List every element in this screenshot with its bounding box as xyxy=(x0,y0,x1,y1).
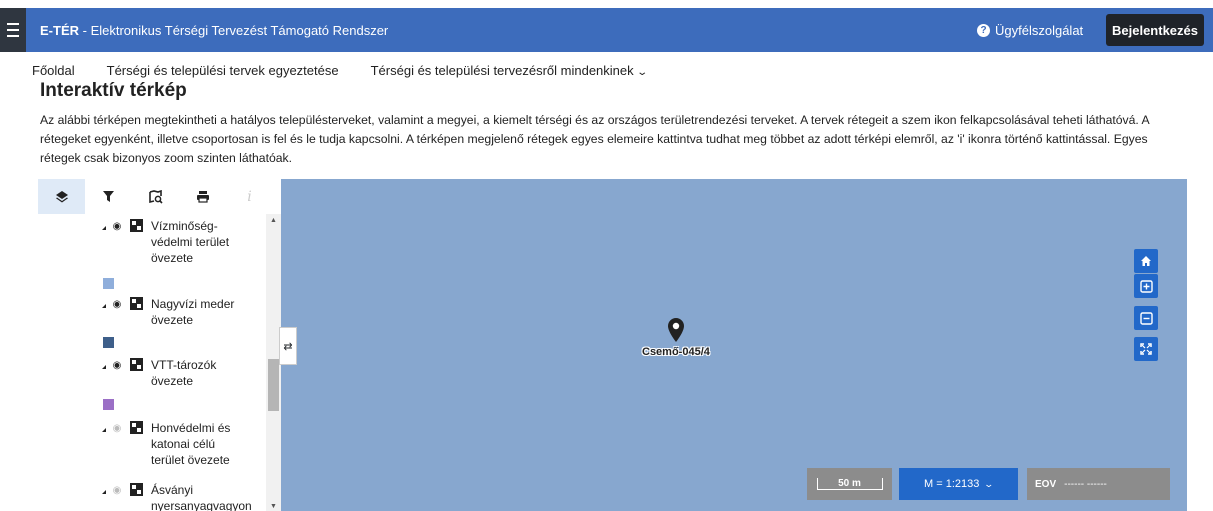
tab-print[interactable] xyxy=(179,179,226,214)
expand-caret-icon[interactable] xyxy=(102,428,108,434)
layer-item: ◉ Vízminőség-védelmi terület övezete xyxy=(102,218,239,266)
scroll-down-icon[interactable]: ▼ xyxy=(270,503,277,510)
eye-icon[interactable]: ◉ xyxy=(110,297,124,313)
chevron-down-icon: ⌄ xyxy=(635,66,648,78)
layer-checkbox[interactable] xyxy=(130,297,143,310)
layer-item: ◉ Nagyvízi meder övezete xyxy=(102,296,239,328)
layer-name: Nagyvízi meder övezete xyxy=(151,297,235,327)
app-subtitle: Elektronikus Térségi Tervezést Támogató … xyxy=(90,22,389,38)
login-button[interactable]: Bejelentkezés xyxy=(1106,14,1204,46)
tab-filter[interactable] xyxy=(85,179,132,214)
eye-icon[interactable]: ◉ xyxy=(110,219,124,235)
zoom-in-button[interactable] xyxy=(1134,274,1158,298)
layer-name: Vízminőség-védelmi terület övezete xyxy=(151,219,230,265)
eye-off-icon[interactable]: ◉ xyxy=(110,483,124,499)
menu-icon[interactable] xyxy=(0,8,26,52)
app-title[interactable]: E-TÉR - Elektronikus Térségi Tervezést T… xyxy=(40,23,388,38)
scale-label: 50 m xyxy=(816,478,883,490)
scroll-up-icon[interactable]: ▲ xyxy=(270,217,277,224)
print-icon xyxy=(196,191,209,203)
panel-toggle-button[interactable]: ⇄ xyxy=(279,327,297,365)
legend-swatch xyxy=(103,278,114,289)
scrollbar-thumb[interactable] xyxy=(268,359,279,411)
map-scale-select[interactable]: M = 1:2133 ⌄ xyxy=(899,468,1018,500)
layer-checkbox[interactable] xyxy=(130,483,143,496)
layer-checkbox[interactable] xyxy=(130,421,143,434)
layer-item: ◉ Honvédelmi és katonai célú terület öve… xyxy=(102,420,239,468)
chevron-down-icon: ⌄ xyxy=(983,478,995,489)
layer-name: Honvédelmi és katonai célú terület öveze… xyxy=(151,421,231,467)
help-label: Ügyfélszolgálat xyxy=(995,22,1084,38)
coordinate-readout: EOV ------ ------ xyxy=(1027,468,1170,500)
question-circle-icon: ? xyxy=(977,23,990,37)
home-icon xyxy=(1141,256,1151,266)
info-icon: i xyxy=(247,188,252,205)
map-search-icon xyxy=(148,189,163,204)
eye-icon[interactable]: ◉ xyxy=(110,358,124,374)
zoom-out-button[interactable] xyxy=(1134,306,1158,330)
tab-info: i xyxy=(226,179,273,214)
swap-arrows-icon: ⇄ xyxy=(283,340,293,353)
eye-off-icon[interactable]: ◉ xyxy=(110,421,124,437)
layer-name: Ásványi nyersanyagvagyon xyxy=(151,483,252,511)
layer-checkbox[interactable] xyxy=(130,219,143,232)
filter-icon xyxy=(103,191,114,202)
fullscreen-button[interactable] xyxy=(1134,337,1158,361)
expand-caret-icon[interactable] xyxy=(102,365,108,371)
fullscreen-icon xyxy=(1140,343,1152,355)
zoom-out-icon xyxy=(1139,311,1153,325)
page-title: Interaktív térkép xyxy=(40,80,187,101)
legend-swatch xyxy=(103,337,114,348)
tab-layers[interactable] xyxy=(38,179,85,214)
home-button[interactable] xyxy=(1134,249,1158,273)
layer-panel: i ◉ Vízminőség-védelmi terület övezete ◉… xyxy=(38,179,281,511)
page-intro: Az alábbi térképen megtekintheti a hatál… xyxy=(40,113,1149,165)
location-pin-icon[interactable] xyxy=(668,318,684,342)
help-link[interactable]: ? Ügyfélszolgálat xyxy=(977,8,1083,52)
map-scale-value: M = 1:2133 xyxy=(924,478,980,490)
nav-item-planning-for-everyone[interactable]: Térségi és települési tervezésről minden… xyxy=(371,63,648,78)
expand-caret-icon[interactable] xyxy=(102,304,108,310)
top-header: E-TÉR - Elektronikus Térségi Tervezést T… xyxy=(0,8,1213,52)
nav-item-plan-coordination[interactable]: Térségi és települési tervek egyeztetése xyxy=(107,63,339,78)
coordinate-value: ------ ------ xyxy=(1064,478,1107,490)
coordinate-system-label: EOV xyxy=(1035,478,1057,490)
nav-item-home[interactable]: Főoldal xyxy=(32,63,75,78)
scale-bar: 50 m xyxy=(807,468,892,500)
map-canvas[interactable]: Csemő-045/4 50 m M = 1:2133 ⌄ EOV ------… xyxy=(281,179,1187,511)
marker-label: Csemő-045/4 xyxy=(642,346,710,358)
main-nav: Főoldal Térségi és települési tervek egy… xyxy=(0,60,648,80)
expand-caret-icon[interactable] xyxy=(102,226,108,232)
expand-caret-icon[interactable] xyxy=(102,490,108,496)
layer-item: ◉ Ásványi nyersanyagvagyon xyxy=(102,482,252,511)
layers-icon xyxy=(55,190,68,202)
layer-item: ◉ VTT-tározók övezete xyxy=(102,357,239,389)
panel-tabs: i xyxy=(38,179,281,214)
layer-list: ◉ Vízminőség-védelmi terület övezete ◉ N… xyxy=(38,214,266,511)
brand-name: E-TÉR xyxy=(40,22,79,38)
legend-swatch xyxy=(103,399,114,410)
layer-checkbox[interactable] xyxy=(130,358,143,371)
layer-name: VTT-tározók övezete xyxy=(151,358,217,388)
zoom-in-icon xyxy=(1139,279,1153,293)
tab-map-search[interactable] xyxy=(132,179,179,214)
